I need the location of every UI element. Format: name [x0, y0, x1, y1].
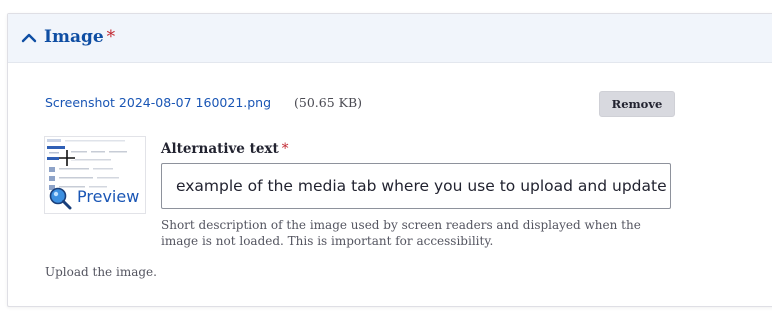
panel-header[interactable]: Image * [8, 14, 772, 63]
file-link[interactable]: Screenshot 2024-08-07 160021.png [45, 95, 271, 110]
alt-text-label: Alternative text * [161, 141, 289, 157]
remove-button[interactable]: Remove [599, 91, 675, 117]
alt-text-input[interactable]: example of the media tab where you use t… [161, 163, 671, 209]
field-title[interactable]: Image * [44, 27, 115, 47]
crosshair-icon [59, 150, 75, 166]
alt-text-description: Short description of the image used by s… [161, 218, 641, 248]
image-field-panel: Image * Screenshot 2024-08-07 160021.png … [7, 13, 772, 307]
chevron-up-icon[interactable] [21, 30, 37, 46]
file-size: (50.65 KB) [294, 95, 363, 110]
magnifier-icon [49, 187, 72, 210]
required-marker: * [106, 27, 116, 47]
preview-label[interactable]: Preview [77, 187, 139, 206]
upload-description: Upload the image. [45, 265, 157, 279]
alt-required-marker: * [281, 141, 289, 157]
